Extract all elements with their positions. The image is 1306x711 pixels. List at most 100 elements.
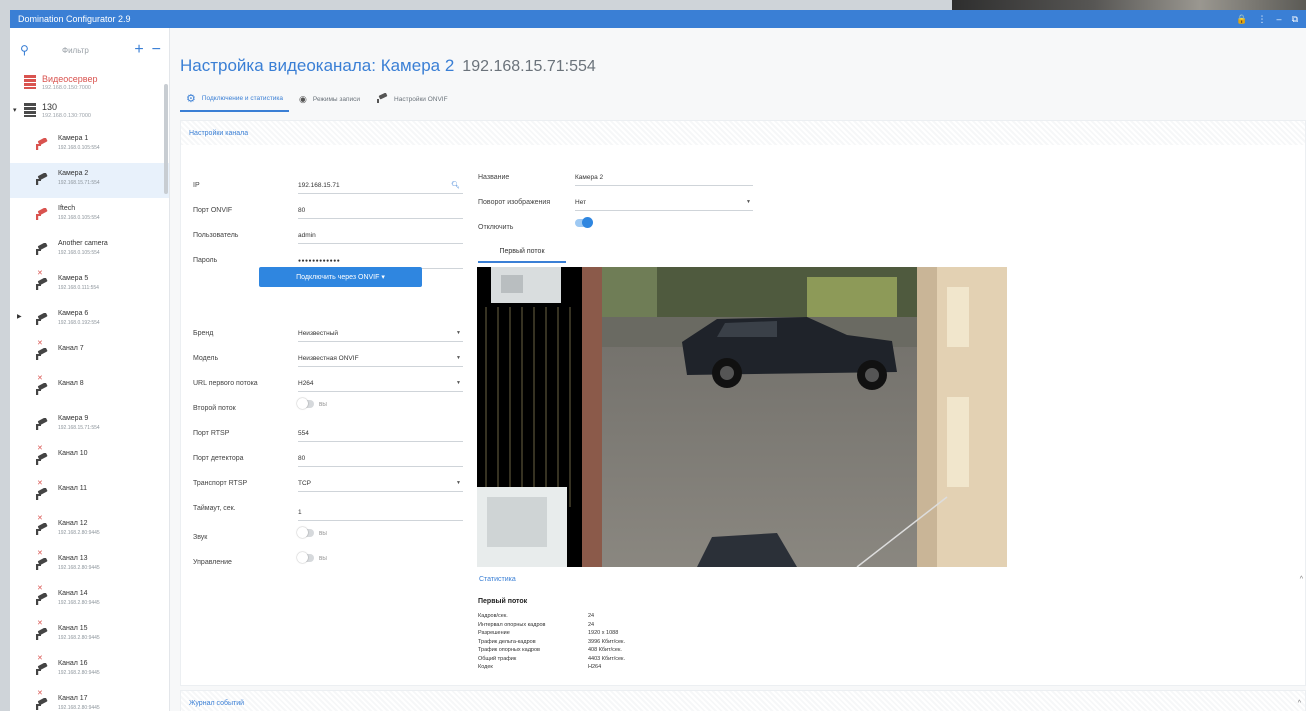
timeout-field[interactable]: 1 — [298, 503, 463, 521]
model-label: Модель — [193, 355, 219, 362]
statistics-header[interactable]: Статистика ^ — [477, 576, 1306, 590]
sound-toggle[interactable] — [297, 527, 314, 538]
url-select[interactable]: H264 ▼ — [298, 374, 463, 392]
rotate-value: Нет — [575, 199, 587, 206]
event-log-header[interactable]: Журнал событий ^ — [181, 691, 1305, 711]
minimize-icon[interactable]: – — [1277, 14, 1282, 25]
camera-item[interactable]: ✕ Канал 17 192.168.2.80:9445 — [10, 688, 169, 711]
camera-item[interactable]: ✕ Канал 16 192.168.2.80:9445 — [10, 653, 169, 688]
model-row: Модель Неизвестная ONVIF ▼ — [193, 342, 463, 367]
remove-button[interactable]: − — [152, 42, 161, 58]
collapse-icon[interactable]: ^ — [1300, 576, 1303, 583]
disable-toggle[interactable] — [575, 217, 593, 228]
brand-row: Бренд Неизвестный ▼ — [193, 317, 463, 342]
disable-toggle-wrap — [575, 217, 753, 236]
camera-item[interactable]: Iftech 192.168.0.105:554 — [10, 198, 169, 233]
camera-address: 192.168.0.105:554 — [58, 250, 100, 256]
rotate-select[interactable]: Нет ▼ — [575, 193, 753, 211]
camera-item[interactable]: Камера 2 192.168.15.71:554 — [10, 163, 169, 198]
ip-field[interactable]: 192.168.15.71 🔍︎ — [298, 176, 463, 194]
sidebar-header: ⚲ Фильтр + − — [10, 28, 169, 72]
tab-connection[interactable]: ⚙ Подключение и статистика — [180, 86, 290, 112]
camera-item[interactable]: ✕ Канал 10 — [10, 443, 169, 478]
lock-icon[interactable]: 🔒 — [1236, 14, 1247, 25]
search-icon[interactable]: 🔍︎ — [451, 181, 460, 189]
record-icon: ◉ — [299, 93, 307, 104]
camera-item[interactable]: ✕ Канал 7 — [10, 338, 169, 373]
camera-item[interactable]: Another camera 192.168.0.105:554 — [10, 233, 169, 268]
sidebar-scrollbar[interactable] — [164, 84, 168, 194]
tab-first-stream[interactable]: Первый поток — [478, 241, 566, 263]
timeout-row: Таймаут, сек. 1 — [193, 492, 463, 521]
page-title-text: Настройка видеоканала: Камера 2 — [180, 56, 455, 75]
statistic-key: Кадров/сек. — [478, 613, 508, 619]
tab-label: Настройки ONVIF — [394, 95, 448, 103]
add-button[interactable]: + — [134, 42, 143, 58]
user-field[interactable]: admin — [298, 226, 463, 244]
detector-port-field[interactable]: 80 — [298, 449, 463, 467]
camera-icon — [34, 208, 48, 220]
transport-select[interactable]: TCP ▼ — [298, 474, 463, 492]
camera-label: Канал 15 — [58, 625, 88, 632]
camera-icon — [34, 488, 48, 500]
camera-list: Камера 1 192.168.0.105:554 Камера 2 192.168… — [10, 128, 169, 711]
brand-select[interactable]: Неизвестный ▼ — [298, 324, 463, 342]
server-item-videoserver[interactable]: Видеосервер 192.168.0.150:7000 — [10, 72, 169, 100]
camera-item[interactable]: ✕ Канал 11 — [10, 478, 169, 513]
statistic-key: Трафик опорных кадров — [478, 647, 540, 653]
camera-icon — [34, 383, 48, 395]
user-label: Пользователь — [193, 232, 239, 239]
rotate-label: Поворот изображения — [478, 199, 551, 206]
statistic-key: Интервал опорных кадров — [478, 621, 546, 628]
url-label: URL первого потока — [193, 380, 258, 387]
rtsp-port-field[interactable]: 554 — [298, 424, 463, 442]
second-stream-label: Второй поток — [193, 405, 236, 412]
camera-item[interactable]: ✕ Канал 14 192.168.2.80:9445 — [10, 583, 169, 618]
url-value: H264 — [298, 380, 314, 387]
camera-label: Камера 9 — [58, 415, 89, 422]
camera-item[interactable]: ▶ Камера 6 192.168.0.192:554 — [10, 303, 169, 338]
statistic-key: Кодек — [478, 664, 493, 670]
camera-icon — [34, 173, 48, 185]
server-item-130[interactable]: ▾ 130 192.168.0.130:7000 — [10, 100, 169, 128]
rtsp-port-row: Порт RTSP 554 — [193, 417, 463, 442]
tab-onvif[interactable]: Настройки ONVIF — [370, 86, 454, 112]
second-stream-row: Второй поток ВЫ — [193, 392, 463, 417]
camera-item[interactable]: ✕ Канал 15 192.168.2.80:9445 — [10, 618, 169, 653]
camera-item[interactable]: ✕ Канал 8 — [10, 373, 169, 408]
error-icon: ✕ — [37, 620, 43, 627]
camera-item[interactable]: ✕ Камера 5 192.168.0.111:554 — [10, 268, 169, 303]
camera-icon — [34, 593, 48, 605]
connect-onvif-button[interactable]: Подключить через ONVIF ▾ — [259, 267, 422, 287]
titlebar: Domination Configurator 2.9 🔒 ⋮ – ⧉ — [10, 10, 1306, 28]
statistics-row: Кадров/сек. 24 — [478, 612, 625, 621]
statistics-table: Кадров/сек. 24 Интервал опорных кадров 24 Ра… — [478, 612, 625, 672]
camera-item[interactable]: ✕ Канал 12 192.168.2.80:9445 — [10, 513, 169, 548]
camera-item[interactable]: Камера 1 192.168.0.105:554 — [10, 128, 169, 163]
control-toggle[interactable] — [297, 552, 314, 563]
tab-recording[interactable]: ◉ Режимы записи — [293, 86, 366, 112]
second-stream-toggle[interactable] — [297, 398, 314, 409]
tab-label: Подключение и статистика — [201, 94, 284, 102]
statistics-stream-title: Первый поток — [478, 598, 528, 605]
model-select[interactable]: Неизвестная ONVIF ▼ — [298, 349, 463, 367]
video-preview[interactable] — [477, 267, 1007, 567]
name-field[interactable]: Камера 2 — [575, 168, 753, 186]
onvif-port-field[interactable]: 80 — [298, 201, 463, 219]
camera-item[interactable]: Камера 9 192.168.15.71:554 — [10, 408, 169, 443]
expand-icon[interactable]: ▾ — [13, 106, 17, 114]
maximize-icon[interactable]: ⧉ — [1292, 14, 1298, 25]
ip-value: 192.168.15.71 — [298, 182, 340, 189]
camera-label: Камера 6 — [58, 310, 89, 317]
connection-form: IP 192.168.15.71 🔍︎ Порт ONVIF 80 Пользов… — [193, 169, 463, 571]
statistic-value: H264 — [588, 664, 602, 670]
user-row: Пользователь admin — [193, 219, 463, 244]
collapse-icon[interactable]: ^ — [1298, 700, 1301, 707]
camera-icon — [34, 138, 48, 150]
transport-label: Транспорт RTSP — [193, 480, 248, 487]
user-icon[interactable]: ⚲ — [20, 43, 40, 57]
camera-item[interactable]: ✕ Канал 13 192.168.2.80:9445 — [10, 548, 169, 583]
filter-input[interactable]: Фильтр — [40, 46, 126, 55]
expand-icon[interactable]: ▶ — [17, 313, 22, 320]
menu-icon[interactable]: ⋮ — [1258, 14, 1267, 25]
